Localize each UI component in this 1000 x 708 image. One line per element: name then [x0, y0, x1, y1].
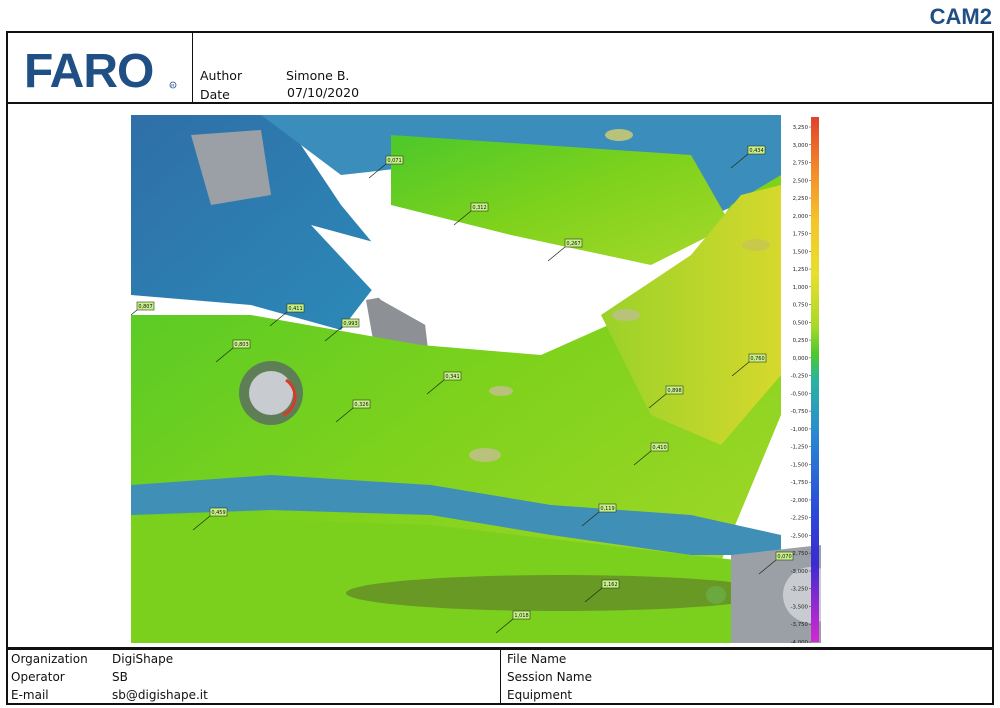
- color-scale-tick-label: 2,000: [793, 214, 809, 220]
- color-scale-tick-label: -1,500: [791, 462, 809, 468]
- color-scale-tick-label: 0,000: [793, 356, 809, 362]
- color-scale-tick-label: -0,750: [791, 409, 809, 415]
- color-scale-bar: [811, 117, 819, 642]
- callout-value: 0,070: [777, 554, 791, 560]
- color-scale-tick-label: -2,250: [791, 516, 809, 522]
- callout-value: 0,410: [652, 445, 666, 451]
- author-label: Author: [200, 68, 243, 83]
- color-scale-tick-label: 1,000: [793, 285, 809, 291]
- part-surfaces: [131, 115, 821, 643]
- color-scale-tick-label: -0,250: [791, 374, 809, 380]
- callout-value: 1,162: [603, 582, 617, 588]
- organization-value: DigiShape: [112, 652, 174, 666]
- color-scale-tick-label: 3,250: [793, 125, 809, 131]
- callout-value: 0,898: [667, 388, 681, 394]
- color-scale-tick-label: -3,500: [791, 604, 809, 610]
- color-scale-tick-label: -3,250: [791, 587, 809, 593]
- color-scale-tick-label: -2,500: [791, 533, 809, 539]
- callout-value: 0,803: [234, 342, 248, 348]
- file-name-label: File Name: [507, 652, 567, 666]
- color-scale-tick-label: 2,750: [793, 161, 809, 167]
- color-scale-tick-label: -1,750: [791, 480, 809, 486]
- deviation-color-map: 3,250 3,000 2,750 2,500 2,250 2,000 1,750 1,500…: [131, 115, 821, 643]
- email-value: sb@digishape.it: [112, 688, 208, 702]
- report-footer: Organization DigiShape Operator SB E-mai…: [6, 648, 994, 705]
- color-scale-tick-label: 3,000: [793, 143, 809, 149]
- callout-value: 0,119: [600, 506, 614, 512]
- color-scale-tick-label: 1,750: [793, 232, 809, 238]
- color-scale-tick-label: -0,500: [791, 391, 809, 397]
- faro-logo: FARO R: [24, 47, 177, 93]
- equipment-label: Equipment: [507, 688, 573, 702]
- color-scale-tick-label: -1,250: [791, 445, 809, 451]
- callout-value: 0,312: [472, 205, 486, 211]
- logo-cell: FARO R: [8, 33, 193, 104]
- operator-label: Operator: [11, 670, 65, 684]
- color-scale-tick-label: -4,000: [791, 640, 809, 643]
- footer-divider: [500, 650, 501, 703]
- callout-value: 0,760: [750, 356, 764, 362]
- author-value: Simone B.: [286, 68, 350, 83]
- color-scale-tick-label: -1,000: [791, 427, 809, 433]
- callout-value: 0,267: [566, 241, 580, 247]
- color-scale-tick-label: -3,000: [791, 569, 809, 575]
- callout-value: 0,459: [211, 510, 225, 516]
- color-scale-tick-label: 2,250: [793, 196, 809, 202]
- callout-value: 0,411: [288, 306, 302, 312]
- callout-value: 0,341: [445, 374, 459, 380]
- session-name-label: Session Name: [507, 670, 593, 684]
- date-label: Date: [200, 87, 230, 102]
- callout-value: 0,434: [749, 148, 763, 154]
- color-scale-tick-label: -2,000: [791, 498, 809, 504]
- color-scale-tick-label: 1,250: [793, 267, 809, 273]
- operator-value: SB: [112, 670, 128, 684]
- callout-value: 0,807: [138, 304, 152, 310]
- color-scale-tick-label: 2,500: [793, 178, 809, 184]
- color-scale-tick-label: 1,500: [793, 249, 809, 255]
- color-scale-tick-label: 0,500: [793, 320, 809, 326]
- report-header: FARO R Author Simone B. Date 07/10/2020: [6, 31, 994, 104]
- color-scale-tick-label: 0,250: [793, 338, 809, 344]
- faro-logo-text: FARO: [24, 47, 153, 93]
- color-scale-tick-label: 0,750: [793, 303, 809, 309]
- date-value: 07/10/2020: [287, 85, 360, 100]
- callout-value: 1,018: [514, 613, 528, 619]
- color-scale-tick-label: -2,750: [791, 551, 809, 557]
- cam2-brand-mark: CAM2: [929, 4, 992, 29]
- callout-value: 0,993: [343, 321, 357, 327]
- color-scale-tick-label: -3,750: [791, 622, 809, 628]
- callout-value: 0,326: [354, 402, 368, 408]
- email-label: E-mail: [11, 688, 49, 702]
- organization-label: Organization: [11, 652, 88, 666]
- callout-value: 0,071: [387, 158, 401, 164]
